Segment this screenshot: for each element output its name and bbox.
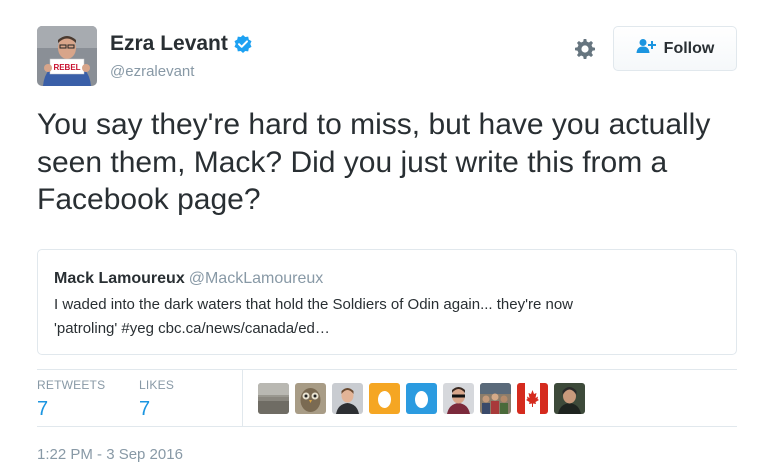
crowd-photo-avatar[interactable] <box>480 383 511 414</box>
retweets-stat[interactable]: RETWEETS 7 <box>37 378 105 421</box>
follow-button[interactable]: Follow <box>613 26 737 71</box>
tweet-stats: RETWEETS 7 LIKES 7 <box>37 369 737 427</box>
author-display-name[interactable]: Ezra Levant <box>110 33 253 54</box>
likes-stat[interactable]: LIKES 7 <box>139 378 174 421</box>
quoted-tweet-text: I waded into the dark waters that hold t… <box>54 293 720 341</box>
stats-divider <box>242 370 243 427</box>
tweet-timestamp[interactable]: 1:22 PM - 3 Sep 2016 <box>37 446 183 463</box>
author-display-name-text: Ezra Levant <box>110 32 228 55</box>
add-user-icon <box>636 38 656 59</box>
author-handle[interactable]: @ezralevant <box>110 64 253 79</box>
retweets-label: RETWEETS <box>37 378 106 392</box>
avatar-sign-text: REBEL <box>53 63 80 72</box>
egg-avatar-blue[interactable] <box>406 383 437 414</box>
person-sunglasses-avatar[interactable] <box>443 383 474 414</box>
canada-flag-avatar[interactable] <box>517 383 548 414</box>
gear-icon[interactable] <box>573 37 597 61</box>
owl-photo-avatar[interactable] <box>295 383 326 414</box>
quoted-tweet-header: Mack Lamoureux @MackLamoureux <box>54 269 720 289</box>
person-dark-avatar[interactable] <box>554 383 585 414</box>
quoted-tweet-line-1: I waded into the dark waters that hold t… <box>54 296 574 313</box>
author-avatar[interactable]: REBEL <box>37 26 97 86</box>
tweet-text: You say they're hard to miss, but have y… <box>37 108 711 216</box>
quoted-author-handle: @MackLamoureux <box>188 270 324 287</box>
likers-list <box>258 383 585 414</box>
verified-badge-icon <box>233 34 253 54</box>
person-avatar[interactable] <box>332 383 363 414</box>
likes-count: 7 <box>139 398 151 420</box>
quoted-author-name: Mack Lamoureux <box>54 270 185 287</box>
follow-button-label: Follow <box>663 39 715 57</box>
egg-avatar-orange[interactable] <box>369 383 400 414</box>
landscape-photo-avatar[interactable] <box>258 383 289 414</box>
quoted-tweet-line-2: 'patroling' #yeg cbc.ca/news/canada/ed… <box>54 320 330 337</box>
quoted-tweet[interactable]: Mack Lamoureux @MackLamoureux I waded int… <box>37 249 737 355</box>
likes-label: LIKES <box>139 378 175 392</box>
author-name-block[interactable]: Ezra Levant @ezralevant <box>110 33 253 79</box>
retweets-count: 7 <box>37 398 49 420</box>
